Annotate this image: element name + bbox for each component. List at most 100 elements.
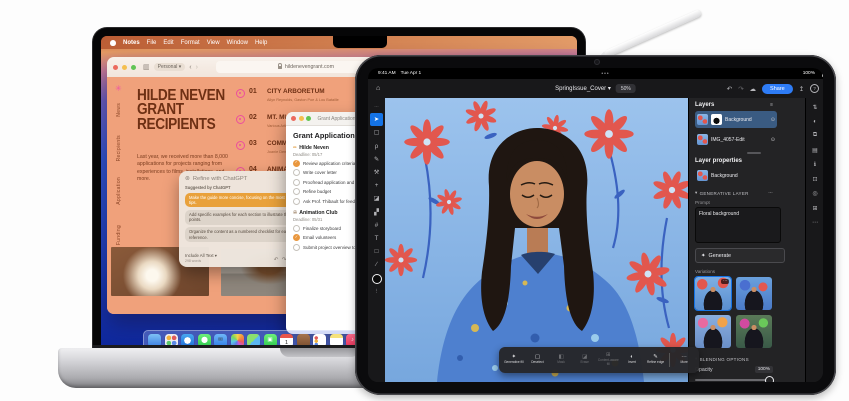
zoom-level[interactable]: 50%	[616, 84, 636, 93]
close-window-button[interactable]	[113, 65, 118, 70]
type-tool-icon[interactable]: T	[370, 232, 383, 245]
adjustments-icon[interactable]: ◐	[813, 119, 817, 125]
toolbar-handle-icon[interactable]: ⋯	[370, 100, 383, 113]
variation-thumbnail[interactable]	[695, 315, 731, 348]
generate-button[interactable]: ✦ Generate	[695, 248, 785, 263]
eraser-tool-icon[interactable]: ◪	[370, 192, 383, 205]
erase-button[interactable]: ◪Erase	[573, 355, 597, 365]
visibility-eye-icon[interactable]: ⊙	[771, 137, 775, 143]
menu-item-format[interactable]: Format	[181, 40, 200, 46]
menu-item-window[interactable]: Window	[227, 40, 248, 46]
dock-icon-launchpad[interactable]	[165, 334, 178, 346]
zoom-window-button[interactable]	[306, 116, 311, 121]
panel-drag-handle[interactable]	[747, 152, 761, 154]
menu-item-edit[interactable]: Edit	[163, 40, 173, 46]
dock-icon-safari[interactable]	[181, 334, 194, 346]
checkbox-icon[interactable]	[293, 244, 300, 251]
checkbox-icon[interactable]	[293, 225, 300, 232]
menu-app-name[interactable]: Notes	[123, 40, 140, 46]
sidebar-icon[interactable]: ▥	[143, 64, 150, 71]
checkbox-icon[interactable]	[293, 179, 300, 186]
crop-tool-icon[interactable]: #	[370, 219, 383, 232]
color-swatch[interactable]	[372, 274, 382, 284]
dock-icon-notes[interactable]	[330, 334, 343, 346]
transform-tool-icon[interactable]: ▢	[370, 126, 383, 139]
duplicate-icon[interactable]: ⧉	[813, 132, 817, 139]
export-icon[interactable]: ↥	[799, 85, 804, 93]
mask-button[interactable]: ◧Mask	[549, 355, 573, 365]
apple-menu-icon[interactable]	[110, 40, 116, 46]
layer-row[interactable]: IMG_4057-Edit ⊙	[695, 131, 777, 148]
move-tool-icon[interactable]: ➤	[370, 113, 383, 126]
checkbox-checked-icon[interactable]	[293, 234, 300, 241]
dock-icon-maps[interactable]	[247, 334, 260, 346]
multitasking-indicator[interactable]: •••	[601, 71, 609, 77]
prompt-input[interactable]: Floral background	[695, 207, 781, 243]
help-icon[interactable]: ?	[810, 84, 819, 93]
export-panel-icon[interactable]: ⇅	[812, 104, 817, 111]
opacity-value[interactable]: 100%	[755, 366, 773, 373]
dock-icon-facetime[interactable]: ▣	[264, 334, 277, 346]
more-tools-icon[interactable]: ⋮	[370, 284, 383, 297]
checkbox-icon[interactable]	[293, 188, 300, 195]
brush-tool-icon[interactable]: ✎	[370, 153, 383, 166]
dock-icon-photos[interactable]	[231, 334, 244, 346]
minimize-window-button[interactable]	[299, 116, 304, 121]
variation-thumbnail[interactable]	[736, 315, 772, 348]
menu-item-view[interactable]: View	[207, 40, 220, 46]
zoom-window-button[interactable]	[131, 65, 136, 70]
blending-options-section[interactable]: ▾ BLENDING OPTIONS	[695, 356, 773, 362]
generative-layer-section[interactable]: ▾ GENERATIVE LAYER ⋯	[695, 190, 773, 196]
list-item[interactable]: 01 CITY ARBORETUM Ailyn Reynolds, Gaston…	[236, 85, 368, 111]
comments-icon[interactable]: ▤	[812, 147, 818, 154]
dock-icon-messages[interactable]	[198, 334, 211, 346]
dock-icon-photo-booth[interactable]	[297, 334, 310, 346]
refine-edge-button[interactable]: ✎Refine edge	[644, 355, 668, 365]
layer-row[interactable]: Background ⊙	[695, 111, 777, 128]
invert-button[interactable]: ◐Invert	[620, 355, 644, 365]
variation-more-icon[interactable]: ⋯	[721, 279, 729, 284]
undo-icon[interactable]: ↶	[727, 85, 732, 93]
checkbox-icon[interactable]	[293, 198, 300, 205]
more-options-icon[interactable]: ⋯	[768, 190, 773, 196]
site-nav-news[interactable]: News	[116, 103, 122, 117]
variation-thumbnail-selected[interactable]: ⋯	[695, 277, 731, 310]
site-nav-application[interactable]: Application	[116, 177, 122, 205]
crop-panel-icon[interactable]: ⊡	[812, 176, 817, 183]
info-icon[interactable]: ℹ	[814, 161, 816, 168]
slider-knob[interactable]	[765, 376, 774, 382]
shapes-tool-icon[interactable]: □	[370, 245, 383, 258]
preview-eye-icon[interactable]: ◎	[812, 190, 817, 197]
dock-icon-reminders[interactable]	[313, 334, 326, 346]
share-button[interactable]: Share	[762, 84, 793, 94]
healing-brush-tool-icon[interactable]: +	[370, 179, 383, 192]
checkbox-checked-icon[interactable]	[293, 160, 300, 167]
minimize-window-button[interactable]	[122, 65, 127, 70]
document-title-group[interactable]: SpringIssue_Cover ▾ 50%	[555, 79, 636, 98]
dock-icon-mail[interactable]: ✉	[214, 334, 227, 346]
dock-icon-calendar[interactable]: 1	[280, 334, 293, 346]
eyedropper-tool-icon[interactable]: ∕	[370, 258, 383, 271]
home-icon[interactable]: ⌂	[376, 85, 380, 92]
canvas[interactable]	[385, 98, 688, 382]
more-button[interactable]: ⋯More	[672, 355, 696, 365]
menu-item-help[interactable]: Help	[255, 40, 267, 46]
dock-icon-finder[interactable]	[148, 334, 161, 346]
visibility-eye-icon[interactable]: ⊙	[771, 117, 775, 123]
add-layer-icon[interactable]: ⊞	[812, 205, 817, 212]
deselect-button[interactable]: ▢Deselect	[526, 355, 550, 365]
content-aware-fill-button[interactable]: ⊞Content-aware fill	[597, 353, 621, 366]
menu-item-file[interactable]: File	[147, 40, 157, 46]
forward-button[interactable]: ›	[196, 64, 198, 71]
back-button[interactable]: ‹	[189, 64, 191, 71]
cloud-sync-icon[interactable]: ☁	[750, 85, 757, 93]
close-window-button[interactable]	[291, 116, 296, 121]
site-nav-funding[interactable]: Funding	[116, 225, 122, 245]
checkbox-icon[interactable]	[293, 169, 300, 176]
variation-thumbnail[interactable]	[736, 277, 772, 310]
clone-stamp-tool-icon[interactable]: ⚒	[370, 166, 383, 179]
layer-filter-icon[interactable]: ≡	[770, 102, 773, 108]
redo-icon[interactable]: ↷	[738, 85, 743, 93]
generative-fill-button[interactable]: ✦Generative fill	[502, 355, 526, 365]
undo-icon[interactable]: ↶	[274, 257, 279, 263]
